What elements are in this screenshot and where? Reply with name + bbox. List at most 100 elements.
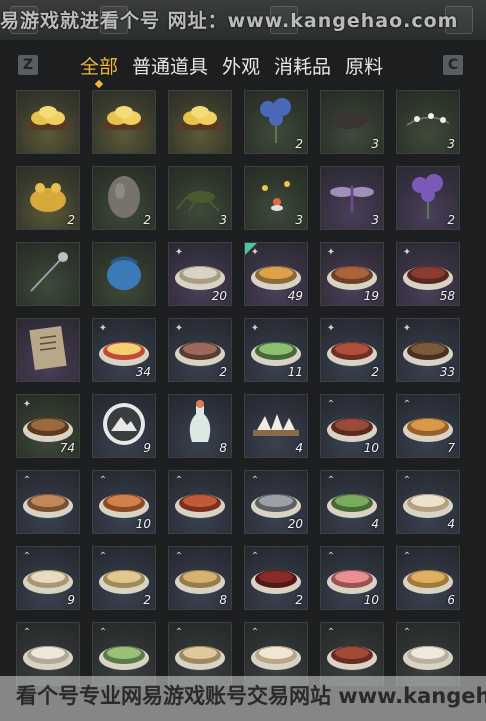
buff-icon: ✦ — [98, 323, 108, 334]
upgrade-icon: ⌃ — [402, 627, 412, 638]
rat-icon — [327, 105, 377, 139]
prev-tab-key-hint[interactable]: Z — [18, 55, 38, 75]
vase-icon — [182, 398, 218, 454]
inventory-slot-purple-flower[interactable]: 2 — [396, 166, 460, 230]
inventory-slot-fish-plate[interactable]: ⌃ — [16, 470, 80, 534]
item-count: 10 — [135, 517, 151, 531]
buff-icon: ✦ — [22, 399, 32, 410]
inventory-slot-braised-meat[interactable]: ⌃ 10 — [320, 394, 384, 458]
item-count: 33 — [439, 365, 455, 379]
next-tab-key-hint[interactable]: C — [443, 55, 463, 75]
inventory-slot-fish-dish[interactable]: ⌃ 20 — [244, 470, 308, 534]
inventory-slot-sliced-meat[interactable]: ✦ 2 — [168, 318, 232, 382]
inventory-slot-rat[interactable]: 3 — [320, 90, 384, 154]
buff-icon: ✦ — [250, 323, 260, 334]
inventory-slot-golden-toad[interactable]: 2 — [16, 166, 80, 230]
item-count: 20 — [287, 517, 303, 531]
item-count: 6 — [447, 593, 455, 607]
inventory-slot-dragonfly[interactable]: 3 — [320, 166, 384, 230]
item-count: 19 — [363, 289, 379, 303]
upgrade-icon: ⌃ — [326, 551, 336, 562]
rice-cakes-icon — [249, 406, 303, 446]
inventory-slot-grilled-fish[interactable]: ✦ 19 — [320, 242, 384, 306]
top-watermark-bar: 易游戏就进看个号 网址：www.kangehao.com — [0, 0, 486, 40]
inventory-slot-rice-cakes[interactable]: 4 — [244, 394, 308, 458]
item-count: 9 — [67, 593, 75, 607]
inventory-slot-noodle-soup[interactable]: ✦ 20 — [168, 242, 232, 306]
inventory-slot-letter[interactable] — [16, 318, 80, 382]
item-count: 9 — [143, 441, 151, 455]
inventory-slot-gold-ingots[interactable] — [168, 90, 232, 154]
item-count: 8 — [219, 441, 227, 455]
upgrade-icon: ⌃ — [22, 627, 32, 638]
inventory-slot-gold-ingots[interactable] — [92, 90, 156, 154]
inventory-slot-red-soup[interactable]: ⌃ 2 — [244, 546, 308, 610]
tab-4[interactable]: 原料 — [345, 52, 383, 85]
upgrade-icon: ⌃ — [174, 475, 184, 486]
upgrade-icon: ⌃ — [402, 399, 412, 410]
inventory-slot-beef-bowl[interactable]: ✦ 58 — [396, 242, 460, 306]
gold-ingots-icon — [97, 100, 151, 144]
inventory-slot-sashimi[interactable]: ⌃ 10 — [320, 546, 384, 610]
inventory-slot-sausages[interactable]: ✦ 2 — [320, 318, 384, 382]
tab-3[interactable]: 消耗品 — [274, 52, 331, 85]
inventory-slot-stone-egg[interactable]: 2 — [92, 166, 156, 230]
purple-flower-icon — [406, 171, 450, 225]
inventory-slot-vase[interactable]: 8 — [168, 394, 232, 458]
inventory-slot-white-blossom[interactable]: 3 — [396, 90, 460, 154]
buff-icon: ✦ — [250, 247, 260, 258]
tab-2[interactable]: 外观 — [222, 52, 260, 85]
inventory-slot-broth-noodles[interactable]: ⌃ 8 — [168, 546, 232, 610]
upgrade-icon: ⌃ — [250, 551, 260, 562]
buff-icon: ✦ — [326, 247, 336, 258]
inventory-slot-clay-pot-stew[interactable]: ✦ 74 — [16, 394, 80, 458]
inventory-slot-hotpot[interactable]: ⌃ — [168, 470, 232, 534]
inventory-slot-mountain-token[interactable]: 9 — [92, 394, 156, 458]
upgrade-icon: ⌃ — [98, 627, 108, 638]
inventory-slot-egg-soup[interactable]: ✦ 49 — [244, 242, 308, 306]
item-count: 2 — [219, 365, 227, 379]
buff-icon: ✦ — [174, 247, 184, 258]
inventory-slot-silver-hairpin[interactable] — [16, 242, 80, 306]
inventory-slot-cricket[interactable]: 3 — [168, 166, 232, 230]
tab-0[interactable]: 全部 — [80, 52, 118, 85]
gold-ingots-icon — [21, 100, 75, 144]
item-count: 2 — [143, 593, 151, 607]
item-count: 4 — [295, 441, 303, 455]
upgrade-icon: ⌃ — [402, 475, 412, 486]
inventory-slot-fried-egg-plate[interactable]: ✦ 34 — [92, 318, 156, 382]
item-count: 3 — [295, 213, 303, 227]
upgrade-icon: ⌃ — [326, 627, 336, 638]
inventory-slot-blue-flower[interactable]: 2 — [244, 90, 308, 154]
buff-icon: ✦ — [326, 323, 336, 334]
inventory-slot-cucumber-plate[interactable]: ✦ 11 — [244, 318, 308, 382]
inventory-slot-steamed-bun[interactable]: ⌃ 4 — [396, 470, 460, 534]
inventory-slot-porridge[interactable]: ⌃ 9 — [16, 546, 80, 610]
stone-egg-icon — [104, 171, 144, 225]
category-tabs-row: Z 全部 普通道具 外观 消耗品 原料 C — [0, 48, 486, 82]
inventory-slot-noodles[interactable]: ⌃ 2 — [92, 546, 156, 610]
inventory-slot-blue-pouch[interactable] — [92, 242, 156, 306]
inventory-slot-gold-ingots[interactable] — [16, 90, 80, 154]
item-count: 34 — [135, 365, 151, 379]
item-count: 2 — [143, 213, 151, 227]
watermark-top-text: 易游戏就进看个号 网址：www.kangehao.com — [0, 10, 459, 32]
item-count: 4 — [447, 517, 455, 531]
white-blossom-icon — [403, 105, 453, 139]
inventory-slot-green-salad[interactable]: ⌃ 4 — [320, 470, 384, 534]
buff-icon: ✦ — [402, 323, 412, 334]
item-count: 74 — [59, 441, 75, 455]
inventory-slot-shrimp-soup[interactable]: ⌃ 10 — [92, 470, 156, 534]
silver-hairpin-icon — [23, 247, 73, 301]
item-count: 58 — [439, 289, 455, 303]
upgrade-icon: ⌃ — [326, 399, 336, 410]
item-count: 2 — [447, 213, 455, 227]
inventory-slot-rice-bowl[interactable]: ⌃ 6 — [396, 546, 460, 610]
upgrade-icon: ⌃ — [250, 475, 260, 486]
inventory-slot-stir-fry[interactable]: ✦ 33 — [396, 318, 460, 382]
inventory-slot-cake-slice[interactable]: ⌃ 7 — [396, 394, 460, 458]
buff-icon: ✦ — [174, 323, 184, 334]
inventory-slot-fireflies[interactable]: 3 — [244, 166, 308, 230]
fireflies-icon — [251, 174, 301, 222]
tab-1[interactable]: 普通道具 — [132, 52, 208, 85]
